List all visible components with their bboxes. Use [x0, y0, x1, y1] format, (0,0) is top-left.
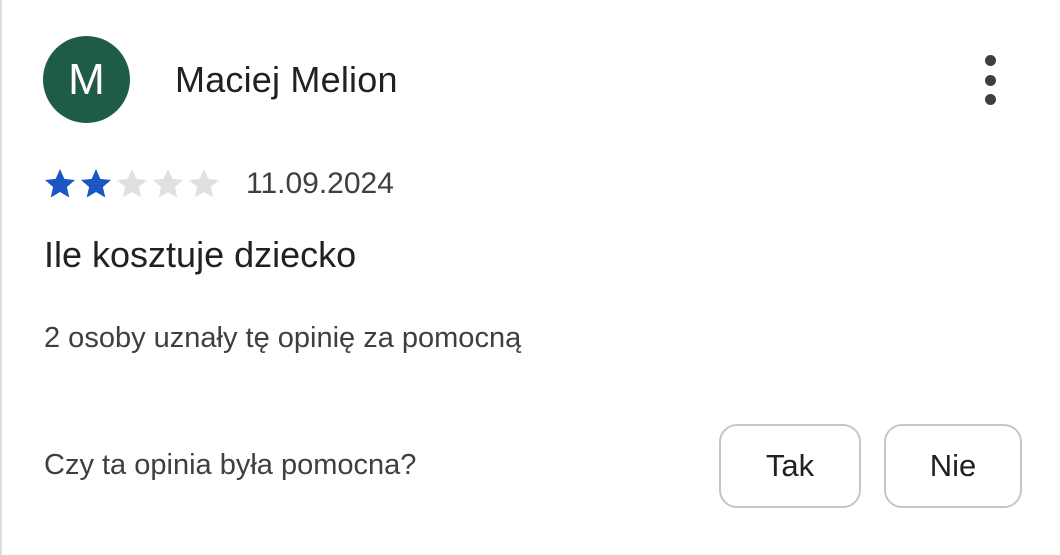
star-filled-icon [45, 169, 75, 198]
star-filled-icon [81, 169, 111, 198]
star-empty-icon [117, 169, 147, 198]
avatar: M [43, 36, 130, 123]
helpful-question: Czy ta opinia była pomocna? [44, 449, 417, 481]
helpful-count: 2 osoby uznały tę opinię za pomocną [44, 322, 522, 354]
rating-row: 11.09.2024 [42, 166, 394, 202]
helpful-yes-button[interactable]: Tak [719, 424, 861, 508]
review-header: M Maciej Melion [43, 36, 398, 123]
star-empty-icon [189, 169, 219, 198]
more-vert-icon-dot [984, 74, 996, 86]
more-vert-icon-dot [984, 94, 996, 105]
author-name: Maciej Melion [175, 58, 398, 100]
more-options-button[interactable] [970, 55, 1010, 105]
review-date: 11.09.2024 [246, 167, 394, 200]
helpful-no-button[interactable]: Nie [884, 424, 1022, 508]
star-rating [42, 166, 222, 202]
review-text: Ile kosztuje dziecko [44, 234, 357, 275]
more-vert-icon [984, 55, 996, 66]
star-empty-icon [153, 169, 183, 198]
review-card: M Maciej Melion 11.09.2024 Ile kosztuje … [0, 0, 1060, 555]
